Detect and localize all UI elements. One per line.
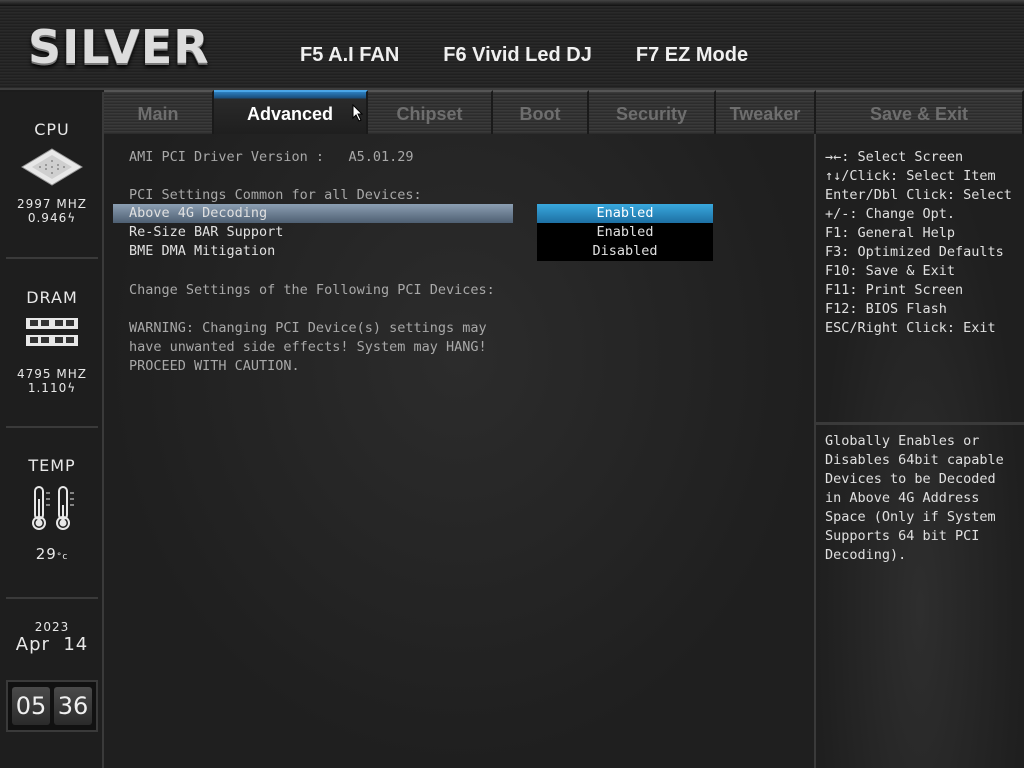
tab-chipset[interactable]: Chipset: [368, 90, 493, 134]
tab-advanced[interactable]: Advanced: [214, 90, 368, 134]
help-line: ESC/Right Click: Exit: [825, 320, 996, 336]
driver-version-label: AMI PCI Driver Version :: [129, 149, 325, 165]
temp-title: TEMP: [28, 456, 76, 475]
tab-bar: Main Advanced Chipset Boot Security Twea…: [104, 90, 1024, 134]
dram-voltage-row: 1.110ϟ: [6, 381, 98, 395]
status-sidebar: CPU 2997 MHZ 0.946ϟ DRAM 4795 MHZ 1.110ϟ: [0, 92, 104, 768]
help-panel: →←: Select Screen ↑↓/Click: Select Item …: [816, 134, 1024, 768]
mouse-cursor-icon: [352, 104, 364, 122]
help-line: F11: Print Screen: [825, 282, 964, 298]
setting-row-resize-bar[interactable]: Re-Size BAR Support: [113, 223, 513, 242]
date-section: 2023 Apr 14: [6, 620, 98, 655]
driver-version-value: A5.01.29: [348, 149, 414, 165]
date-month: Apr: [15, 634, 50, 655]
sidebar-divider: [6, 426, 98, 428]
driver-version-row: AMI PCI Driver Version : A5.01.29: [129, 149, 414, 165]
date-day-row: Apr 14: [6, 634, 98, 655]
ai-fan-button[interactable]: F5 A.I FAN: [300, 44, 399, 67]
cpu-voltage: 0.946: [27, 211, 68, 225]
item-description: Globally Enables or Disables 64bit capab…: [825, 433, 1004, 563]
cpu-title: CPU: [34, 120, 70, 139]
system-clock: 05 36: [6, 680, 98, 732]
date-day: 14: [63, 634, 89, 655]
resize-bar-select[interactable]: Enabled: [537, 223, 713, 242]
tab-tweaker[interactable]: Tweaker: [716, 90, 816, 134]
tab-boot[interactable]: Boot: [493, 90, 589, 134]
vivid-led-dj-button[interactable]: F6 Vivid Led DJ: [443, 44, 592, 67]
tab-main[interactable]: Main: [104, 90, 214, 134]
change-settings-heading: Change Settings of the Following PCI Dev…: [129, 282, 495, 298]
dram-section: DRAM 4795 MHZ 1.110ϟ: [6, 288, 98, 395]
setting-label: Above 4G Decoding: [129, 205, 268, 221]
above-4g-decoding-select[interactable]: Enabled: [537, 204, 713, 223]
header-bar: SILVER F5 A.I FAN F6 Vivid Led DJ F7 EZ …: [0, 0, 1024, 90]
cpu-chip-icon: [21, 148, 83, 186]
temp-value-row: 29°c: [6, 547, 98, 564]
setting-row-above-4g-decoding[interactable]: Above 4G Decoding: [113, 204, 513, 223]
date-year: 2023: [34, 620, 70, 634]
sidebar-divider: [6, 597, 98, 599]
setting-label: BME DMA Mitigation: [129, 243, 276, 259]
setting-label: Re-Size BAR Support: [129, 224, 284, 240]
help-line: ↑↓/Click: Select Item: [825, 168, 996, 184]
cpu-section: CPU 2997 MHZ 0.946ϟ: [6, 120, 98, 225]
help-line: F12: BIOS Flash: [825, 301, 947, 317]
warning-line: have unwanted side effects! System may H…: [129, 339, 487, 355]
help-line: +/-: Change Opt.: [825, 206, 956, 222]
clock-hour: 05: [12, 687, 50, 725]
temp-section: TEMP 29°c: [6, 456, 98, 564]
celsius-icon: °c: [56, 552, 69, 562]
tab-security[interactable]: Security: [589, 90, 716, 134]
help-line: Enter/Dbl Click: Select: [825, 187, 1012, 203]
temp-value: 29: [35, 545, 57, 563]
cpu-voltage-row: 0.946ϟ: [6, 211, 98, 225]
bme-dma-mitigation-select[interactable]: Disabled: [537, 242, 713, 261]
setting-row-bme-dma-mitigation[interactable]: BME DMA Mitigation: [113, 242, 513, 261]
warning-line: WARNING: Changing PCI Device(s) settings…: [129, 320, 487, 336]
ram-module-icon: [26, 318, 78, 346]
cpu-frequency: 2997 MHZ: [17, 197, 87, 211]
clock-minute: 36: [54, 687, 92, 725]
help-divider: [816, 422, 1024, 425]
bolt-icon: ϟ: [67, 211, 77, 225]
dram-title: DRAM: [26, 288, 78, 307]
dram-frequency: 4795 MHZ: [17, 367, 87, 381]
tab-save-exit[interactable]: Save & Exit: [816, 90, 1024, 134]
help-line: F3: Optimized Defaults: [825, 244, 1004, 260]
sidebar-divider: [6, 257, 98, 259]
main-panel: AMI PCI Driver Version : A5.01.29 PCI Se…: [104, 134, 816, 768]
help-line: F10: Save & Exit: [825, 263, 956, 279]
warning-line: PROCEED WITH CAUTION.: [129, 358, 300, 374]
bolt-icon: ϟ: [67, 381, 77, 395]
common-settings-heading: PCI Settings Common for all Devices:: [129, 187, 422, 203]
brand-logo: SILVER: [28, 20, 210, 74]
dram-voltage: 1.110: [27, 381, 68, 395]
hotkey-bar: F5 A.I FAN F6 Vivid Led DJ F7 EZ Mode: [300, 44, 792, 67]
ez-mode-button[interactable]: F7 EZ Mode: [636, 44, 748, 67]
thermometer-icon: [32, 486, 74, 530]
help-line: →←: Select Screen: [825, 149, 964, 165]
help-line: F1: General Help: [825, 225, 956, 241]
